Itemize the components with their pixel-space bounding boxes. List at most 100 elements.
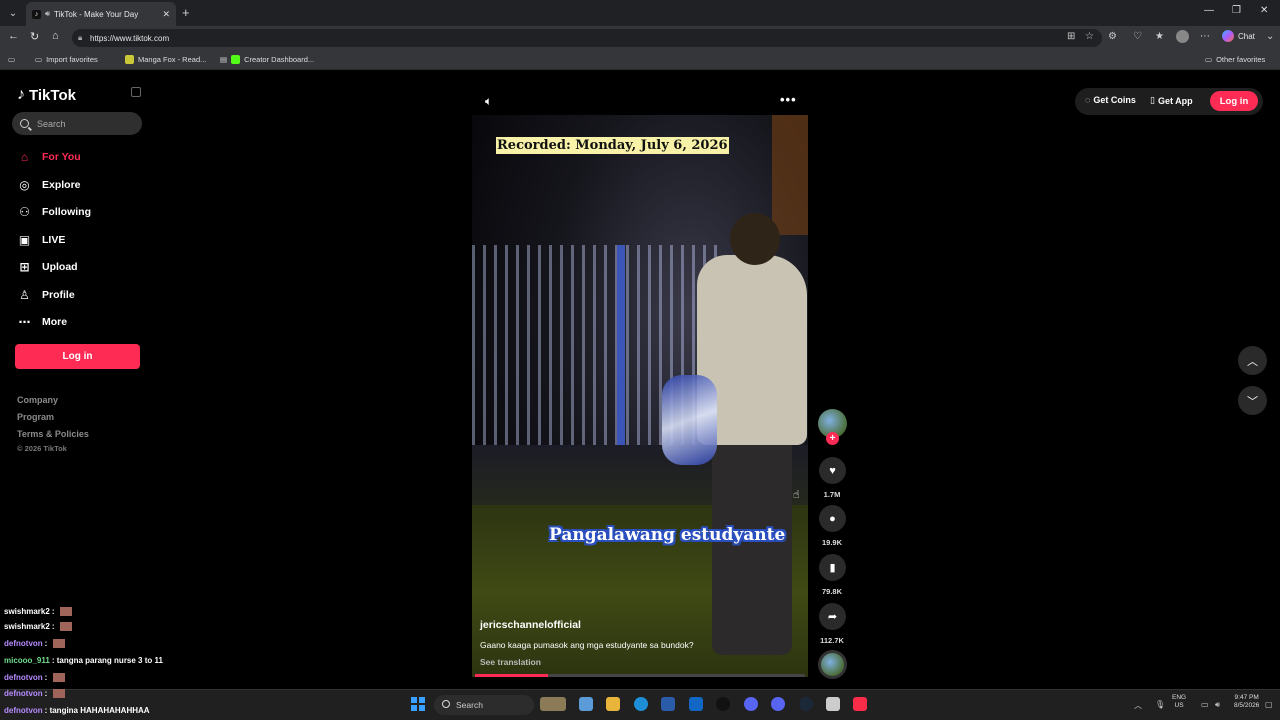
- copilot-app-icon[interactable]: [579, 697, 593, 711]
- video-author[interactable]: jericschannelofficial: [480, 619, 581, 631]
- home-icon: ⌂: [20, 149, 29, 164]
- steam-icon[interactable]: [799, 697, 813, 711]
- tab-strip: ⌄ ♪ 🔊︎ TikTok - Make Your Day ✕ + — ❐ ✕: [0, 0, 1280, 26]
- browser-tab[interactable]: ♪ 🔊︎ TikTok - Make Your Day ✕: [26, 2, 176, 26]
- copilot-chat-button[interactable]: Chat: [1222, 30, 1255, 42]
- sidebar-item-for-you[interactable]: ⌂ For You: [17, 149, 81, 164]
- refresh-icon[interactable]: ↻: [30, 30, 39, 43]
- windows-start-icon[interactable]: [411, 697, 425, 711]
- chevron-down-icon[interactable]: ⌄: [1266, 31, 1274, 42]
- volume-icon[interactable]: 🔈︎: [485, 94, 492, 109]
- apps-icon[interactable]: ⊞: [1067, 31, 1075, 42]
- comment-button[interactable]: ●: [819, 505, 846, 532]
- bookmark-label: Import favorites: [46, 55, 98, 64]
- bookmark-mangafox[interactable]: Manga Fox - Read...: [125, 55, 206, 64]
- comment-icon: ●: [829, 512, 836, 525]
- sidebar-login-button[interactable]: Log in: [15, 344, 140, 369]
- home-icon[interactable]: ⌂: [52, 30, 59, 42]
- folder-icon: ▭: [1205, 55, 1213, 64]
- music-disc-icon[interactable]: [818, 650, 847, 679]
- notepad-icon[interactable]: [826, 697, 840, 711]
- minimize-icon[interactable]: —: [1204, 5, 1214, 16]
- obs-icon[interactable]: [716, 697, 730, 711]
- other-favorites[interactable]: ▭ Other favorites: [1205, 55, 1265, 64]
- chat-message: swishmark2:: [4, 607, 72, 617]
- network-icon[interactable]: ▭: [1201, 700, 1209, 709]
- collapse-sidebar-icon[interactable]: [131, 87, 141, 97]
- follow-plus-icon[interactable]: +: [826, 432, 839, 445]
- store-icon[interactable]: [661, 697, 675, 711]
- clock[interactable]: 9:47 PM 8/5/2026: [1234, 694, 1259, 710]
- discord-icon[interactable]: [744, 697, 758, 711]
- sidebar-toggle-icon[interactable]: ▭: [8, 55, 15, 64]
- sidebar-item-upload[interactable]: ⊞ Upload: [17, 259, 77, 274]
- footer-link-program[interactable]: Program: [17, 412, 54, 422]
- more-options-icon[interactable]: •••: [780, 92, 797, 107]
- sidebar-item-label: Explore: [42, 178, 81, 191]
- sidebar-item-label: LIVE: [42, 233, 66, 246]
- maximize-icon[interactable]: ❐: [1232, 5, 1241, 16]
- extensions-icon[interactable]: ⚙: [1108, 31, 1117, 42]
- volume-tray-icon[interactable]: 🔊︎: [1215, 700, 1220, 710]
- footer-link-company[interactable]: Company: [17, 395, 58, 405]
- emote-icon: [59, 622, 72, 632]
- microphone-icon[interactable]: 🎙︎: [1155, 700, 1165, 709]
- share-count: 112.7K: [820, 636, 844, 645]
- favorites-icon[interactable]: ★: [1155, 31, 1164, 42]
- notifications-icon[interactable]: ▢: [1265, 700, 1273, 709]
- language-indicator[interactable]: ENG US: [1172, 694, 1186, 710]
- video-frame-person-legs: [712, 435, 792, 655]
- like-button[interactable]: ♥: [819, 457, 846, 484]
- video-frame-pole: [617, 245, 625, 445]
- close-window-icon[interactable]: ✕: [1260, 5, 1268, 16]
- sidebar-item-profile[interactable]: ♙ Profile: [17, 287, 75, 302]
- favorite-star-icon[interactable]: ☆: [1085, 31, 1094, 42]
- sidebar-item-explore[interactable]: ◎ Explore: [17, 177, 81, 192]
- footer-link-terms[interactable]: Terms & Policies: [17, 429, 89, 439]
- comment-count: 19.9K: [821, 538, 842, 547]
- widget-icon[interactable]: [540, 697, 566, 711]
- taskbar-search[interactable]: Search: [434, 695, 534, 715]
- tray-chevron-up-icon[interactable]: ︿: [1134, 700, 1142, 711]
- chat-message: defnotvon:: [4, 639, 65, 649]
- speaker-icon[interactable]: 🔊︎: [45, 9, 50, 19]
- browser-essentials-icon[interactable]: ♡: [1133, 31, 1142, 42]
- lock-icon[interactable]: 🔒︎: [78, 33, 82, 43]
- file-explorer-icon[interactable]: [606, 697, 620, 711]
- close-tab-icon[interactable]: ✕: [162, 9, 170, 20]
- language-label: ENG: [1172, 694, 1187, 701]
- get-app-button[interactable]: ▯ Get App: [1150, 95, 1193, 106]
- music-app-icon[interactable]: [853, 697, 867, 711]
- search-placeholder: Search: [37, 118, 66, 129]
- tab-actions-icon[interactable]: ⌄: [4, 4, 22, 22]
- tiktok-logo[interactable]: ♪ TikTok: [17, 86, 76, 104]
- search-icon: [442, 700, 450, 708]
- sidebar-item-live[interactable]: ▣ LIVE: [17, 232, 66, 247]
- edge-icon[interactable]: [634, 697, 648, 711]
- search-input[interactable]: Search: [12, 112, 142, 135]
- save-button[interactable]: ▮: [819, 554, 846, 581]
- back-icon[interactable]: ←: [8, 30, 19, 42]
- bookmark-import[interactable]: ▭ Import favorites: [35, 55, 98, 64]
- discord-ptb-icon[interactable]: [771, 697, 785, 711]
- address-bar[interactable]: 🔒︎ https://www.tiktok.com: [72, 29, 1102, 47]
- settings-more-icon[interactable]: ⋯: [1200, 31, 1210, 42]
- hand-cursor-icon: ☝: [793, 489, 800, 501]
- copyright: © 2026 TikTok: [17, 444, 67, 453]
- see-translation-link[interactable]: See translation: [480, 657, 541, 667]
- bookmark-creator-dashboard[interactable]: ▤ Creator Dashboard...: [220, 55, 314, 64]
- get-app-label: Get App: [1157, 95, 1193, 106]
- outlook-icon[interactable]: [689, 697, 703, 711]
- header-login-button[interactable]: Log in: [1210, 91, 1258, 111]
- sidebar-item-more[interactable]: ⋯ More: [17, 314, 68, 329]
- copilot-icon: [1222, 30, 1234, 42]
- upload-icon: ⊞: [19, 259, 30, 274]
- sidebar-item-following[interactable]: ⚇ Following: [17, 204, 91, 219]
- get-coins-button[interactable]: ◌ Get Coins: [1085, 95, 1136, 105]
- profile-avatar-icon[interactable]: [1176, 30, 1189, 43]
- next-video-button[interactable]: ﹀: [1238, 386, 1267, 415]
- new-tab-icon[interactable]: +: [182, 5, 190, 20]
- share-button[interactable]: ➦: [819, 603, 846, 630]
- previous-video-button[interactable]: ︿: [1238, 346, 1267, 375]
- video-player[interactable]: [472, 115, 808, 677]
